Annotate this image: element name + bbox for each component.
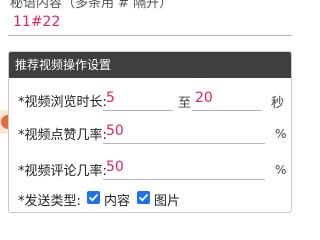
send-type-image-checkbox[interactable] [137,191,150,204]
browse-time-min-underline [103,110,173,111]
section-title: 推荐视频操作设置 [9,52,291,78]
comment-rate-label: *视频评论几率: [18,164,107,179]
like-rate-unit: % [275,127,287,141]
send-type-label: *发送类型: [18,194,81,209]
check-icon [138,193,149,202]
comment-rate-input[interactable]: 50 [106,159,124,175]
check-icon [88,193,99,202]
comment-rate-underline [103,179,265,180]
comment-rate-unit: % [275,163,287,177]
browse-time-max-input[interactable]: 20 [195,90,213,106]
like-rate-input[interactable]: 50 [106,123,124,139]
like-rate-label: *视频点赞几率: [18,128,107,143]
like-rate-underline [103,143,265,144]
send-type-content-label: 内容 [104,194,131,209]
message-content-input[interactable]: 11#22 [13,14,60,30]
browse-time-label: *视频浏览时长: [18,95,107,110]
browse-time-to-label: 至 [178,96,192,111]
send-type-content-checkbox[interactable] [87,191,100,204]
browse-time-min-input[interactable]: 5 [106,90,115,106]
send-type-image-label: 图片 [154,194,181,209]
browse-time-max-underline [192,110,262,111]
message-content-label: 秘语内容（多条用 # 隔开） [10,0,173,11]
recommend-video-settings-card: 推荐视频操作设置 *视频浏览时长: 5 至 20 秒 *视频点赞几率: 50 %… [8,51,292,213]
message-content-underline [8,35,292,36]
browse-time-unit: 秒 [271,96,285,111]
